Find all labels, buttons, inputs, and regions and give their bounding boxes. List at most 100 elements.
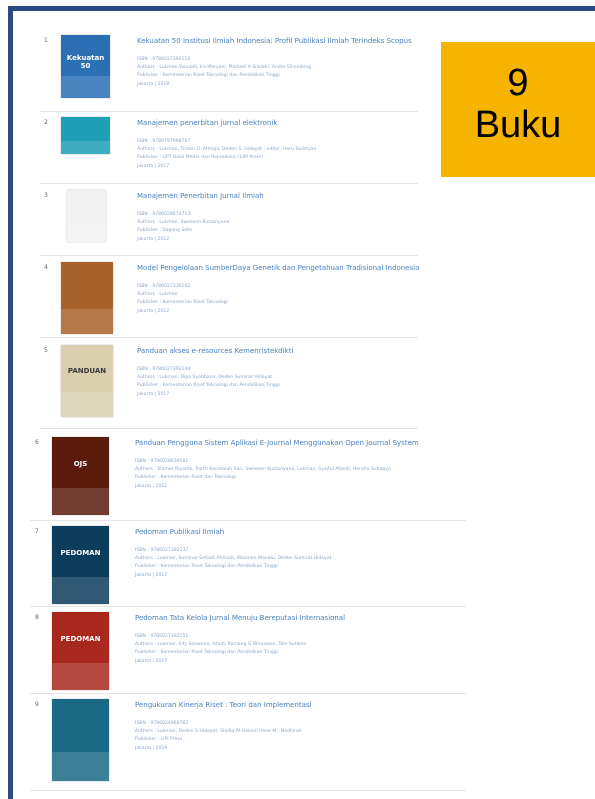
book-meta: ISBN : 9786027392144 Authors : Lukman, Di… xyxy=(137,366,280,399)
book-place-year: Jakarta | 2017 xyxy=(135,572,168,578)
book-divider xyxy=(30,693,466,694)
book-cover[interactable] xyxy=(61,262,113,334)
book-authors: Authors : Lukman, Tinton D. Atmaja, Dede… xyxy=(137,147,317,153)
book-count-badge: 9 Buku xyxy=(441,42,595,177)
book-divider xyxy=(40,428,418,429)
book-divider xyxy=(30,520,466,521)
book-cover[interactable] xyxy=(67,190,106,242)
book-cover-art xyxy=(61,392,113,417)
book-authors: Authors : Lukman, Edy Soewono, Istadi, K… xyxy=(135,642,307,648)
book-divider xyxy=(40,255,418,256)
top-border xyxy=(8,6,595,11)
book-isbn: ISBN : 9786027392113 xyxy=(137,57,191,62)
book-isbn: ISBN : 9786027339202 xyxy=(137,284,191,289)
book-isbn: ISBN : 9786027392144 xyxy=(137,367,191,372)
book-divider xyxy=(30,790,466,791)
book-publisher: Publisher : Kementerian Riset dan Teknol… xyxy=(135,475,236,481)
book-isbn: ISBN : 9789797998767 xyxy=(137,139,191,144)
book-cover-art xyxy=(52,577,109,604)
book-number: 2 xyxy=(44,119,48,126)
book-cover[interactable]: PEDOMAN xyxy=(52,526,109,604)
book-authors: Authors : Lukman, Suminar Setiadi Ahmadi… xyxy=(135,556,332,562)
book-divider xyxy=(40,337,418,338)
book-cover-text: OJS xyxy=(73,460,88,468)
book-divider xyxy=(30,606,466,607)
book-cover-art xyxy=(61,76,110,98)
book-title-link[interactable]: Panduan akses e-resources Kemenristekdik… xyxy=(137,347,293,355)
book-place-year: Jakarta | 2017 xyxy=(137,391,170,397)
book-place-year: Jakarta | 2012 xyxy=(135,483,168,489)
book-cover[interactable]: PANDUAN xyxy=(61,345,113,417)
book-cover-text: Kekuatan 50 xyxy=(66,54,105,70)
book-meta: ISBN : 9786027392151 Authors : Lukman, Ed… xyxy=(135,633,306,666)
book-publisher: Publisher : Kementerian Riset Teknologi xyxy=(137,300,228,306)
book-isbn: ISBN : 9786024960762 xyxy=(135,721,189,726)
book-title-link[interactable]: Kekuatan 50 Institusi Ilmiah Indonesia: … xyxy=(137,37,412,45)
book-meta: ISBN : 9786027339202 Authors : Lukman Publ… xyxy=(137,283,228,316)
book-cover-text: PEDOMAN xyxy=(60,549,101,557)
book-meta: ISBN : 9786024960762 Authors : Lukman, De… xyxy=(135,720,302,753)
book-cover-art xyxy=(61,309,113,334)
book-publisher: Publisher : Kementerian Riset Teknologi … xyxy=(135,650,278,656)
book-title-link[interactable]: Manajemen Penerbitan Jurnal Ilmiah xyxy=(137,192,264,200)
book-cover-text: PANDUAN xyxy=(67,367,107,375)
book-isbn: ISBN : 9786028659581 xyxy=(135,459,189,464)
book-publisher: Publisher : UPT Balai Media dan Reproduk… xyxy=(137,155,264,161)
book-cover[interactable]: OJS xyxy=(52,437,109,515)
book-publisher: Publisher : Kementerian Riset Teknologi … xyxy=(137,383,280,389)
book-isbn: ISBN : 9786027392137 xyxy=(135,548,189,553)
book-cover-text: PEDOMAN xyxy=(60,635,101,643)
book-place-year: Jakarta | 2017 xyxy=(137,163,170,169)
book-publisher: Publisher : LIPI Press xyxy=(135,737,183,743)
book-cover-art xyxy=(52,752,109,781)
book-title-link[interactable]: Pedoman Publikasi Ilmiah xyxy=(135,528,224,536)
book-cover-art xyxy=(52,663,109,690)
book-divider xyxy=(40,183,418,184)
book-count-label: Buku xyxy=(474,104,562,146)
book-title-link[interactable]: Model Pengelolaan SumberDaya Genetik dan… xyxy=(137,264,419,272)
book-meta: ISBN : 9786028674713 Authors : Lukman, Sw… xyxy=(137,211,229,244)
book-publisher: Publisher : Kementerian Riset Teknologi … xyxy=(137,73,280,79)
book-isbn: ISBN : 9786027392151 xyxy=(135,634,189,639)
book-cover-art xyxy=(61,141,110,154)
book-number: 1 xyxy=(44,37,48,44)
book-place-year: Jakarta | 2017 xyxy=(135,658,168,664)
book-number: 8 xyxy=(35,614,39,621)
book-title-link[interactable]: Panduan Pengguna Sistem Aplikasi E-Journ… xyxy=(135,439,419,447)
book-title-link[interactable]: Pedoman Tata Kelola Jurnal Menuju Berepu… xyxy=(135,614,345,622)
book-cover-art xyxy=(67,224,106,242)
book-cover[interactable]: PEDOMAN xyxy=(52,612,109,690)
book-authors: Authors : Slamet Riyanto, Rarth Keumalah… xyxy=(135,467,391,473)
book-number: 5 xyxy=(44,347,48,354)
book-publisher: Publisher : Sagung Seto xyxy=(137,228,192,234)
book-number: 6 xyxy=(35,439,39,446)
book-meta: ISBN : 9786028659581 Authors : Slamet Riy… xyxy=(135,458,391,491)
book-place-year: Jakarta | 2012 xyxy=(137,236,170,242)
book-cover-art xyxy=(52,488,109,515)
book-publisher: Publisher : Kementerian Riset Teknologi … xyxy=(135,564,278,570)
book-cover[interactable] xyxy=(61,117,110,154)
book-cover[interactable]: Kekuatan 50 xyxy=(61,35,110,98)
book-number: 4 xyxy=(44,264,48,271)
book-place-year: Jakarta | 2018 xyxy=(137,81,170,87)
book-divider xyxy=(40,111,418,112)
book-title-link[interactable]: Manajemen penerbitan jurnal elektronik xyxy=(137,119,277,127)
book-title-link[interactable]: Pengukuran Kinerja Riset : Teori dan Imp… xyxy=(135,701,312,709)
book-number: 7 xyxy=(35,528,39,535)
book-cover[interactable] xyxy=(52,699,109,781)
book-authors: Authors : Lukman, Sweesen Kustanyana xyxy=(137,220,230,226)
left-border xyxy=(8,6,13,799)
book-number: 3 xyxy=(44,192,48,199)
book-authors: Authors : Lukman xyxy=(137,292,178,298)
book-authors: Authors : Lukman, Deden S Hidayat, Shidi… xyxy=(135,729,302,735)
book-meta: ISBN : 9789797998767 Authors : Lukman, Ti… xyxy=(137,138,317,171)
book-place-year: Jakarta | 2012 xyxy=(137,308,170,314)
book-authors: Authors : Lukman,Yanuadi, Ira Maryani, M… xyxy=(137,65,312,71)
book-meta: ISBN : 9786027392137 Authors : Lukman, Su… xyxy=(135,547,331,580)
book-count: 9 xyxy=(507,62,529,104)
book-isbn: ISBN : 9786028674713 xyxy=(137,212,191,217)
book-number: 9 xyxy=(35,701,39,708)
book-authors: Authors : Lukman, Dipa Syahbana, Deden S… xyxy=(137,375,273,381)
book-place-year: Jakarta | 2019 xyxy=(135,745,168,751)
book-meta: ISBN : 9786027392113 Authors : Lukman,Yan… xyxy=(137,56,311,89)
